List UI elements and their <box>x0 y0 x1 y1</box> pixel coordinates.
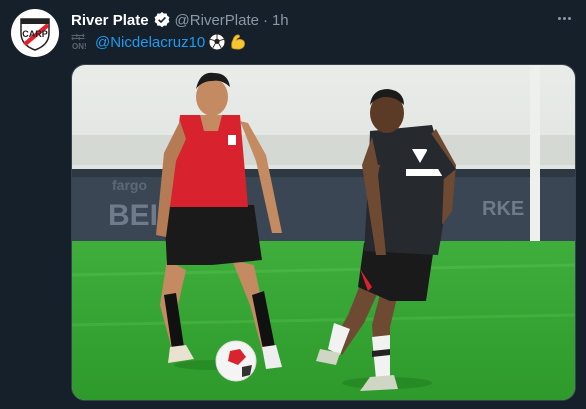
mention-link[interactable]: @Nicdelacruz10 <box>95 34 205 51</box>
svg-text:BEI: BEI <box>108 199 158 232</box>
separator-dot: · <box>262 11 268 29</box>
tweet-text: ⇄⇄ ON! @Nicdelacruz10 <box>71 32 247 52</box>
tweet-photo[interactable]: fargo BEI RKE <box>71 64 576 401</box>
tweet-header: River Plate @RiverPlate · 1h <box>71 10 289 30</box>
svg-text:CARP: CARP <box>22 29 48 39</box>
verified-badge-icon <box>153 11 171 29</box>
flexed-biceps-emoji-icon <box>229 33 247 51</box>
on-transfer-icon: ⇄⇄ ON! <box>71 32 87 52</box>
tweet[interactable]: CARP River Plate @RiverPlate · 1h ⇄⇄ ON!… <box>0 0 586 409</box>
soccer-ball <box>215 340 257 382</box>
football-training-photo: fargo BEI RKE <box>72 65 575 400</box>
svg-text:fargo: fargo <box>112 177 147 193</box>
soccer-ball-emoji-icon <box>208 33 226 51</box>
tweet-timestamp[interactable]: 1h <box>272 12 289 29</box>
river-plate-crest-icon: CARP <box>20 18 50 51</box>
avatar[interactable]: CARP <box>11 9 59 57</box>
more-options-icon[interactable] <box>554 8 574 28</box>
author-handle[interactable]: @RiverPlate <box>175 12 259 29</box>
author-name[interactable]: River Plate <box>71 12 149 29</box>
svg-text:RKE: RKE <box>482 198 524 220</box>
